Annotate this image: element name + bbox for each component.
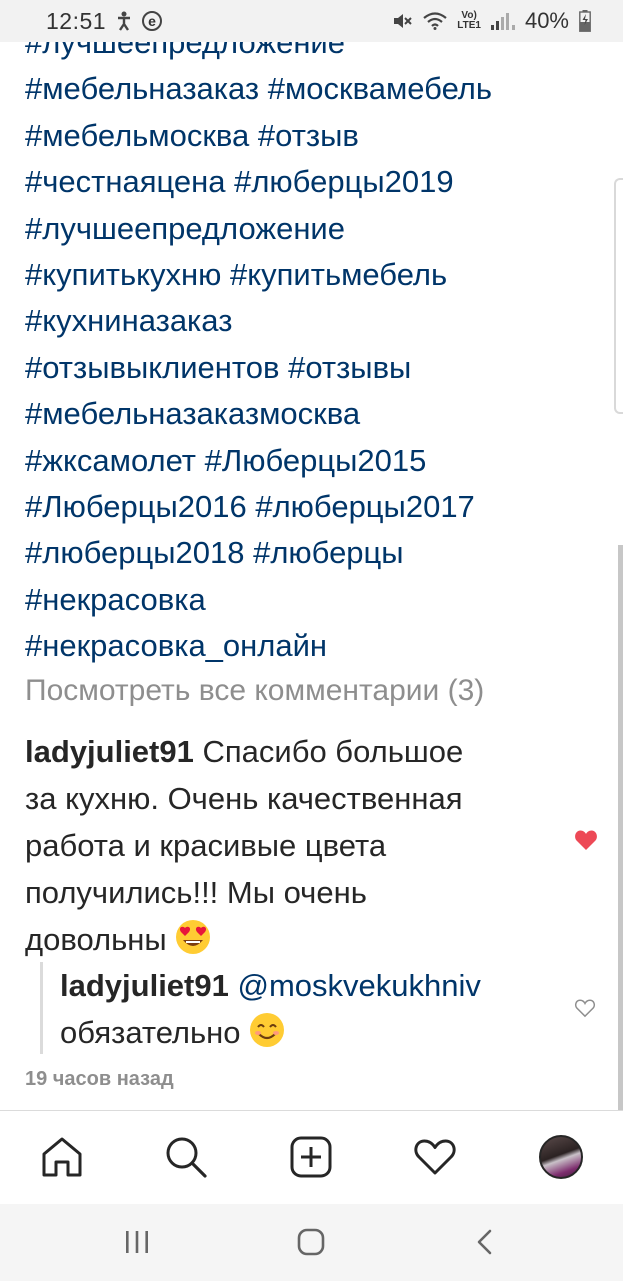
signal-icon [490, 12, 515, 30]
hashtag-line[interactable]: #купитькухню #купитьмебель [25, 252, 615, 298]
home-icon[interactable] [38, 1133, 86, 1181]
bottom-navigation [0, 1110, 623, 1204]
reply-mention[interactable]: @moskvekukhniv [237, 968, 480, 1003]
view-all-comments-link[interactable]: Посмотреть все комментарии (3) [25, 674, 484, 708]
back-icon[interactable] [465, 1222, 505, 1262]
post-timestamp: 19 часов назад [25, 1068, 174, 1090]
post-content: #лучшеепредложение #мебельназаказ #москва… [0, 0, 623, 1110]
hashtag-line[interactable]: #мебельмосква #отзыв [25, 113, 615, 159]
battery-percent: 40% [524, 8, 569, 33]
system-navigation-bar [0, 1204, 623, 1281]
status-time: 12:51 [46, 7, 107, 34]
lte-label: LTE1 [457, 20, 481, 31]
comment-text-line-5: довольны [25, 922, 167, 957]
add-post-icon[interactable] [287, 1133, 335, 1181]
hashtag-line[interactable]: #Люберцы2016 #люберцы2017 [25, 484, 615, 530]
profile-avatar-button[interactable] [537, 1133, 585, 1181]
home-button-icon[interactable] [291, 1222, 331, 1262]
comment-text-line-4: получились!!! Мы очень [25, 875, 367, 910]
reply-like-heart-icon[interactable] [574, 998, 596, 1018]
status-bar: 12:51 e Vo) LTE1 40% [0, 0, 623, 42]
hashtag-line[interactable]: #лучшеепредложение [25, 206, 615, 252]
scrollbar-thumb[interactable] [618, 545, 623, 1110]
hashtag-line[interactable]: #кухниназаказ [25, 298, 615, 344]
smiling-face-emoji [250, 1013, 285, 1047]
hashtag-line[interactable]: #отзывыклиентов #отзывы [25, 345, 615, 391]
comment-like-heart-icon[interactable] [574, 829, 598, 851]
comment: ladyjuliet91 Спасибо большое за кухню. О… [25, 728, 570, 963]
hashtag-line[interactable]: #честнаяцена #люберцы2019 [25, 159, 615, 205]
e-notification-icon: e [142, 11, 163, 31]
comment-text-line-1: Спасибо большое [193, 734, 464, 769]
activity-heart-icon[interactable] [411, 1133, 459, 1181]
volte-lte-icon: Vo) LTE1 [457, 11, 481, 31]
comment-text-line-3: работа и красивые цвета [25, 828, 387, 863]
heart-eyes-emoji [176, 920, 211, 954]
accessibility-icon [116, 11, 132, 31]
hashtag-line[interactable]: #мебельназаказмосква [25, 391, 615, 437]
hashtag-line[interactable]: #люберцы2018 #люберцы [25, 530, 615, 576]
mute-icon [391, 11, 413, 31]
reply-text: обязательно [60, 1015, 241, 1050]
reply-comment: ladyjuliet91 @moskvekukhniv обязательно [60, 962, 560, 1056]
search-icon[interactable] [162, 1133, 210, 1181]
hashtag-line[interactable]: #жксамолет #Люберцы2015 [25, 438, 615, 484]
hashtag-line[interactable]: #некрасовка_онлайн [25, 623, 615, 669]
hashtag-block: #лучшеепредложение #мебельназаказ #москва… [25, 20, 615, 670]
reply-username[interactable]: ladyjuliet91 [60, 968, 229, 1003]
comment-username[interactable]: ladyjuliet91 [25, 734, 194, 769]
profile-avatar [539, 1135, 583, 1179]
recent-apps-icon[interactable] [117, 1222, 157, 1262]
wifi-icon [423, 12, 447, 30]
side-edge-handle[interactable] [614, 178, 623, 414]
reply-thread-line [40, 962, 43, 1054]
hashtag-line[interactable]: #некрасовка [25, 577, 615, 623]
hashtag-line[interactable]: #мебельназаказ #москвамебель [25, 66, 615, 112]
comment-text-line-2: за кухню. Очень качественная [25, 781, 463, 816]
battery-charging-icon [579, 10, 591, 32]
